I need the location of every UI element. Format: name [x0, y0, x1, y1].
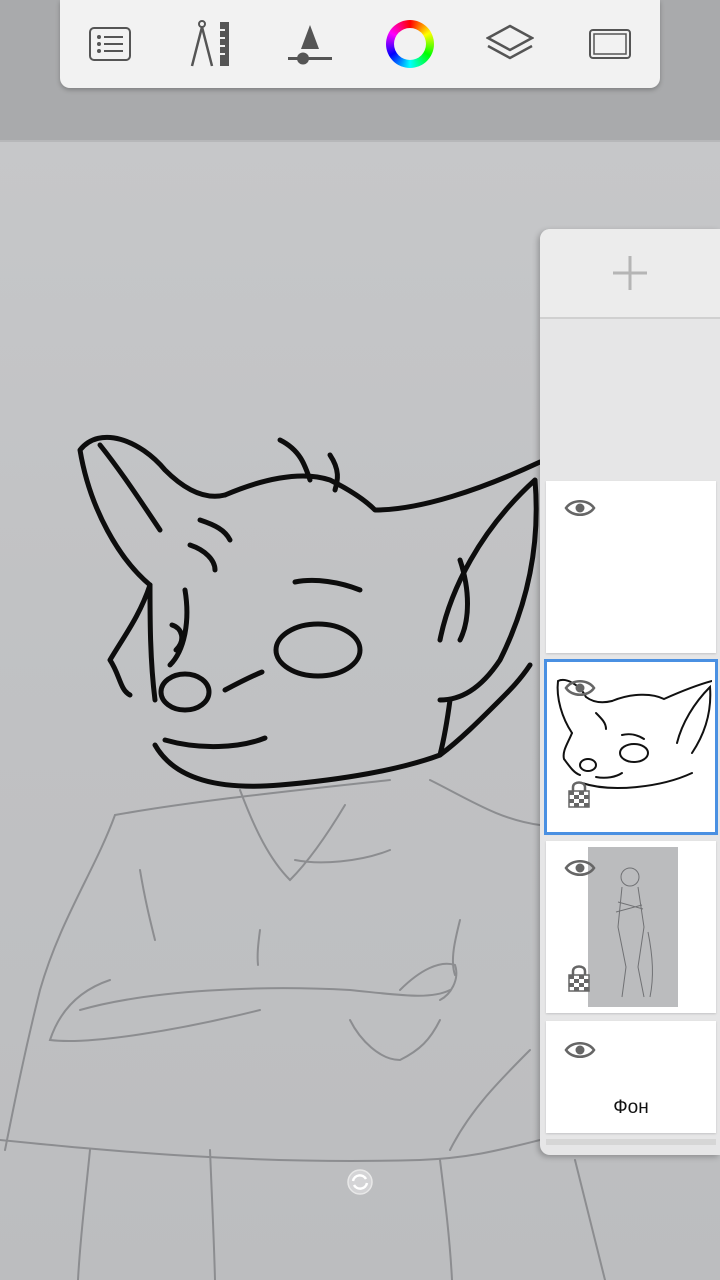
alpha-lock-icon[interactable] — [568, 963, 590, 993]
top-toolbar — [60, 0, 660, 88]
layer-name-label: Фон — [613, 1097, 649, 1118]
panel-divider — [546, 1139, 716, 1145]
sketch-thumbnail — [615, 867, 653, 998]
fullscreen-icon — [589, 29, 631, 59]
brush-size-button[interactable] — [270, 4, 350, 84]
layer-item-1[interactable] — [546, 481, 716, 653]
canvas-rotate-handle-icon[interactable] — [347, 1169, 373, 1195]
eye-icon[interactable] — [564, 677, 596, 699]
ruler-compass-icon — [190, 20, 229, 67]
eye-icon[interactable] — [564, 1039, 596, 1061]
list-menu-button[interactable] — [70, 4, 150, 84]
color-picker-button[interactable] — [370, 4, 450, 84]
plus-icon — [613, 256, 647, 290]
eye-icon[interactable] — [564, 857, 596, 879]
fullscreen-button[interactable] — [570, 4, 650, 84]
layers-button[interactable] — [470, 4, 550, 84]
layer-item-2[interactable] — [544, 659, 718, 835]
alpha-lock-icon[interactable] — [568, 779, 590, 809]
list-menu-icon — [89, 27, 131, 61]
brush-size-icon — [288, 25, 332, 65]
layers-panel: Фон — [540, 229, 720, 1155]
layer-item-background[interactable]: Фон — [546, 1021, 716, 1133]
add-layer-button[interactable] — [540, 229, 720, 319]
color-wheel-icon — [386, 20, 434, 68]
pencil-sketch — [0, 779, 606, 1280]
layer-item-3[interactable] — [546, 841, 716, 1013]
ruler-compass-button[interactable] — [170, 4, 250, 84]
layers-icon — [486, 24, 534, 60]
ink-lineart — [77, 434, 543, 789]
layer-thumbnail — [588, 847, 678, 1007]
eye-icon[interactable] — [564, 497, 596, 519]
